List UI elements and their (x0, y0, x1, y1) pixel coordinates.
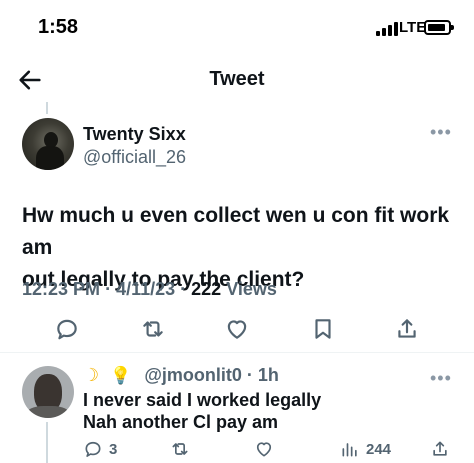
status-bar: 1:58 LTE (0, 0, 474, 56)
reply-header: ☽ 💡 @jmoonlit0 · 1h (83, 365, 279, 385)
views-label[interactable]: Views (226, 279, 277, 299)
battery-icon (424, 20, 454, 35)
like-icon[interactable] (224, 316, 252, 344)
author-name[interactable]: Twenty Sixx (83, 124, 186, 145)
reply-views-button[interactable]: 244 (340, 438, 391, 460)
reply-retweet-button[interactable] (170, 438, 190, 460)
reply-reply-button[interactable]: 3 (83, 438, 117, 460)
reply-icon[interactable] (54, 316, 82, 344)
status-time: 1:58 (38, 16, 79, 38)
reply-view-count: 244 (366, 440, 392, 458)
tweet-page: 1:58 LTE Tweet Twenty Sixx @officiall_26… (0, 0, 474, 463)
lightbulb-icon: 💡 (110, 366, 132, 385)
reply-icon (85, 441, 101, 457)
tweet-actions (0, 316, 474, 346)
retweet-icon (172, 443, 188, 455)
bookmark-icon[interactable] (310, 316, 338, 344)
tweet-text-line: Hw much u even collect wen u con fit wor… (22, 204, 450, 259)
thread-line (46, 102, 48, 114)
share-icon (433, 441, 447, 456)
reply-share-button[interactable] (430, 438, 450, 460)
more-icon[interactable]: ••• (430, 368, 452, 389)
reply-age: 1h (257, 365, 279, 385)
signal-icon (376, 22, 398, 36)
tweet-meta: 12:23 PM · 4/11/23 · 222 Views (22, 279, 277, 299)
views-count[interactable]: 222 (191, 279, 221, 299)
reply-text-line: Nah another Cl pay am (83, 412, 279, 432)
tweet-time: 12:23 PM (22, 279, 101, 299)
reply-count: 3 (109, 440, 118, 458)
reply-text: I never said I worked legally Nah anothe… (83, 389, 321, 433)
tweet-date: 4/11/23 (116, 279, 176, 299)
retweet-icon[interactable] (140, 316, 168, 344)
author-handle[interactable]: @officiall_26 (83, 147, 186, 168)
divider (0, 352, 474, 353)
share-icon[interactable] (394, 316, 422, 344)
reply-text-line: I never said I worked legally (83, 390, 322, 410)
reply-like-button[interactable] (254, 438, 274, 460)
page-title: Tweet (209, 68, 265, 90)
reply-actions: 3 244 (0, 438, 474, 462)
header: Tweet (0, 56, 474, 104)
network-label: LTE (399, 19, 427, 36)
avatar[interactable] (22, 118, 74, 170)
views-icon (342, 443, 357, 457)
like-icon (256, 442, 272, 457)
moon-icon: ☽ (83, 365, 100, 385)
avatar[interactable] (22, 366, 74, 418)
more-icon[interactable]: ••• (430, 122, 452, 143)
reply-handle[interactable]: @jmoonlit0 (144, 365, 242, 385)
